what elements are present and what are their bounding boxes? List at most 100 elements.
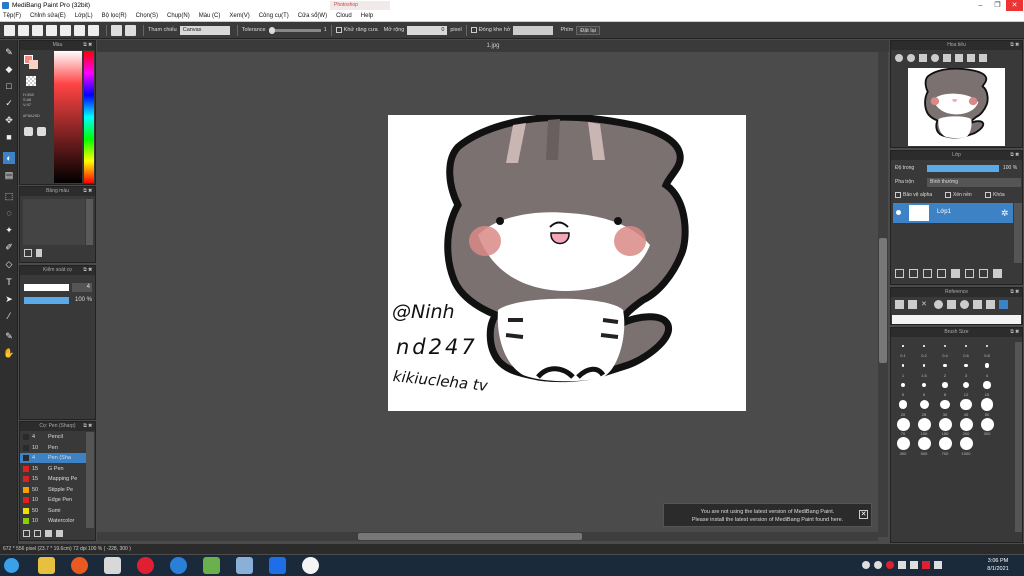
text-icon[interactable]: T — [3, 276, 15, 288]
brush-size-option[interactable] — [980, 417, 994, 431]
brush-size-option[interactable] — [938, 437, 952, 450]
menu-file[interactable]: Tệp(F) — [3, 11, 21, 21]
network-app-icon[interactable] — [236, 557, 253, 574]
folder-icon[interactable] — [951, 269, 960, 278]
rotate-left-icon[interactable] — [943, 54, 951, 62]
fill-bucket-icon[interactable]: ◐ — [3, 152, 15, 164]
ref-flip-icon[interactable] — [986, 300, 995, 309]
zoom-in-icon[interactable] — [895, 54, 903, 62]
operation-icon[interactable]: ➤ — [3, 293, 15, 305]
ref-zoom-out-icon[interactable] — [960, 300, 969, 309]
menu-select[interactable]: Chọn(S) — [136, 11, 158, 21]
brush-settings-icon[interactable] — [45, 530, 52, 537]
panel-close-icon[interactable]: ⧉ ✖ — [1010, 41, 1019, 50]
minimize-icon[interactable]: – — [972, 0, 989, 11]
brush-size-option[interactable] — [959, 417, 973, 431]
tolerance-slider[interactable] — [268, 26, 321, 34]
close-gap-checkbox[interactable] — [470, 27, 477, 33]
brush-item[interactable]: 4 Pencil — [20, 432, 94, 442]
menu-view[interactable]: Xem(V) — [229, 11, 249, 21]
brush-size-option[interactable] — [983, 381, 991, 389]
new-file-icon[interactable] — [4, 24, 15, 36]
reset-button[interactable]: Đặt lại — [576, 25, 600, 35]
ref-fit-icon[interactable] — [947, 300, 956, 309]
menu-cloud[interactable]: Cloud — [336, 11, 352, 21]
brush-item[interactable]: 10 Edge Pen — [20, 495, 94, 505]
panel-close-icon[interactable]: ⧉ ✖ — [83, 266, 92, 275]
battery-icon[interactable] — [934, 561, 942, 569]
new-1bit-layer-icon[interactable] — [923, 269, 932, 278]
protect-alpha-checkbox[interactable] — [895, 192, 901, 198]
menu-color[interactable]: Màu (C) — [199, 11, 221, 21]
add-palette-icon[interactable] — [24, 249, 32, 257]
brush-item[interactable]: 4 Pen (Sha — [20, 453, 94, 463]
actual-size-icon[interactable] — [931, 54, 939, 62]
dot-icon[interactable]: ✓ — [3, 97, 15, 109]
expand-input[interactable]: 0 — [407, 25, 448, 35]
hand-icon[interactable]: ✋ — [3, 347, 15, 359]
menu-window[interactable]: Cửa sổ(W) — [298, 11, 327, 21]
brush-size-option[interactable] — [943, 363, 947, 368]
panel-close-icon[interactable]: ⧉ ✖ — [1010, 151, 1019, 160]
redo-icon[interactable] — [125, 24, 136, 36]
add-layer-image-icon[interactable] — [937, 269, 946, 278]
firefox-icon[interactable] — [71, 557, 88, 574]
brush-size-option[interactable] — [896, 417, 910, 431]
export-icon[interactable] — [46, 24, 57, 36]
menu-help[interactable]: Help — [361, 11, 373, 21]
ref-eyedropper-icon[interactable] — [999, 300, 1008, 309]
save-icon[interactable] — [32, 24, 43, 36]
zalo-icon[interactable] — [269, 557, 286, 574]
panel-close-icon[interactable]: ⧉ ✖ — [1010, 288, 1019, 297]
pen-tool-icon[interactable]: ✎ — [3, 46, 15, 58]
magic-wand-icon[interactable]: ✦ — [3, 224, 15, 236]
panel-close-icon[interactable]: ⧉ ✖ — [83, 422, 92, 431]
document-tab[interactable]: 1.jpg — [97, 40, 889, 52]
zoom-out-icon[interactable] — [907, 54, 915, 62]
menu-tools[interactable]: Công cụ(T) — [259, 11, 289, 21]
brush-size-value[interactable]: 4 — [72, 283, 92, 292]
navigator-preview[interactable] — [908, 68, 1005, 146]
brush-item[interactable]: 50 Sumi — [20, 506, 94, 516]
brush-size-option[interactable] — [984, 363, 990, 368]
layer-name[interactable]: Lớp1 — [937, 209, 951, 215]
grid-icon[interactable] — [74, 24, 85, 36]
rect-icon[interactable]: ■ — [3, 131, 15, 143]
brush-size-option[interactable] — [896, 437, 910, 450]
panel-close-icon[interactable]: ⧉ ✖ — [1010, 328, 1019, 337]
transform-icon[interactable] — [88, 24, 99, 36]
brush-size-option[interactable] — [919, 400, 929, 409]
transparent-swatch[interactable] — [26, 76, 36, 86]
menu-edit[interactable]: Chỉnh sửa(E) — [30, 11, 66, 21]
layer-opacity-slider[interactable] — [927, 165, 999, 172]
horizontal-scroll-thumb[interactable] — [358, 533, 582, 540]
palette-ring-icon[interactable] — [37, 127, 46, 136]
menu-snap[interactable]: Chụp(N) — [167, 11, 190, 21]
brush-size-option[interactable] — [960, 398, 972, 411]
panel-close-icon[interactable]: ⧉ ✖ — [83, 187, 92, 196]
ref-rotate-icon[interactable] — [973, 300, 982, 309]
color-picker-square[interactable] — [54, 51, 82, 183]
layer-list-scrollbar[interactable] — [1014, 203, 1022, 263]
brush-size-option[interactable] — [940, 399, 950, 410]
brush-size-option[interactable] — [917, 417, 931, 431]
tray-opera-icon[interactable] — [886, 561, 894, 569]
brush-icon[interactable]: ✎ — [3, 330, 15, 342]
ref-open-icon[interactable] — [895, 300, 904, 309]
tray-icon[interactable] — [874, 561, 882, 569]
photoshop-tab[interactable]: Photoshop — [330, 1, 390, 10]
shape-icon[interactable]: □ — [3, 80, 15, 92]
gradient-icon[interactable]: ▤ — [3, 169, 15, 181]
menu-filter[interactable]: Bộ lọc(R) — [102, 11, 127, 21]
vertical-scroll-thumb[interactable] — [879, 238, 887, 363]
lock-checkbox[interactable] — [985, 192, 991, 198]
opera-icon[interactable] — [137, 557, 154, 574]
new-halftone-layer-icon[interactable] — [909, 269, 918, 278]
merge-down-icon[interactable] — [979, 269, 988, 278]
layer-row[interactable]: Lớp1 ✲ — [893, 203, 1013, 223]
select-pen-icon[interactable]: ✐ — [3, 241, 15, 253]
blend-select[interactable]: Bình thường — [927, 178, 1021, 187]
layer-icon[interactable] — [60, 24, 71, 36]
maximize-icon[interactable]: ❐ — [989, 0, 1006, 11]
brush-list-scrollbar[interactable] — [86, 432, 94, 528]
